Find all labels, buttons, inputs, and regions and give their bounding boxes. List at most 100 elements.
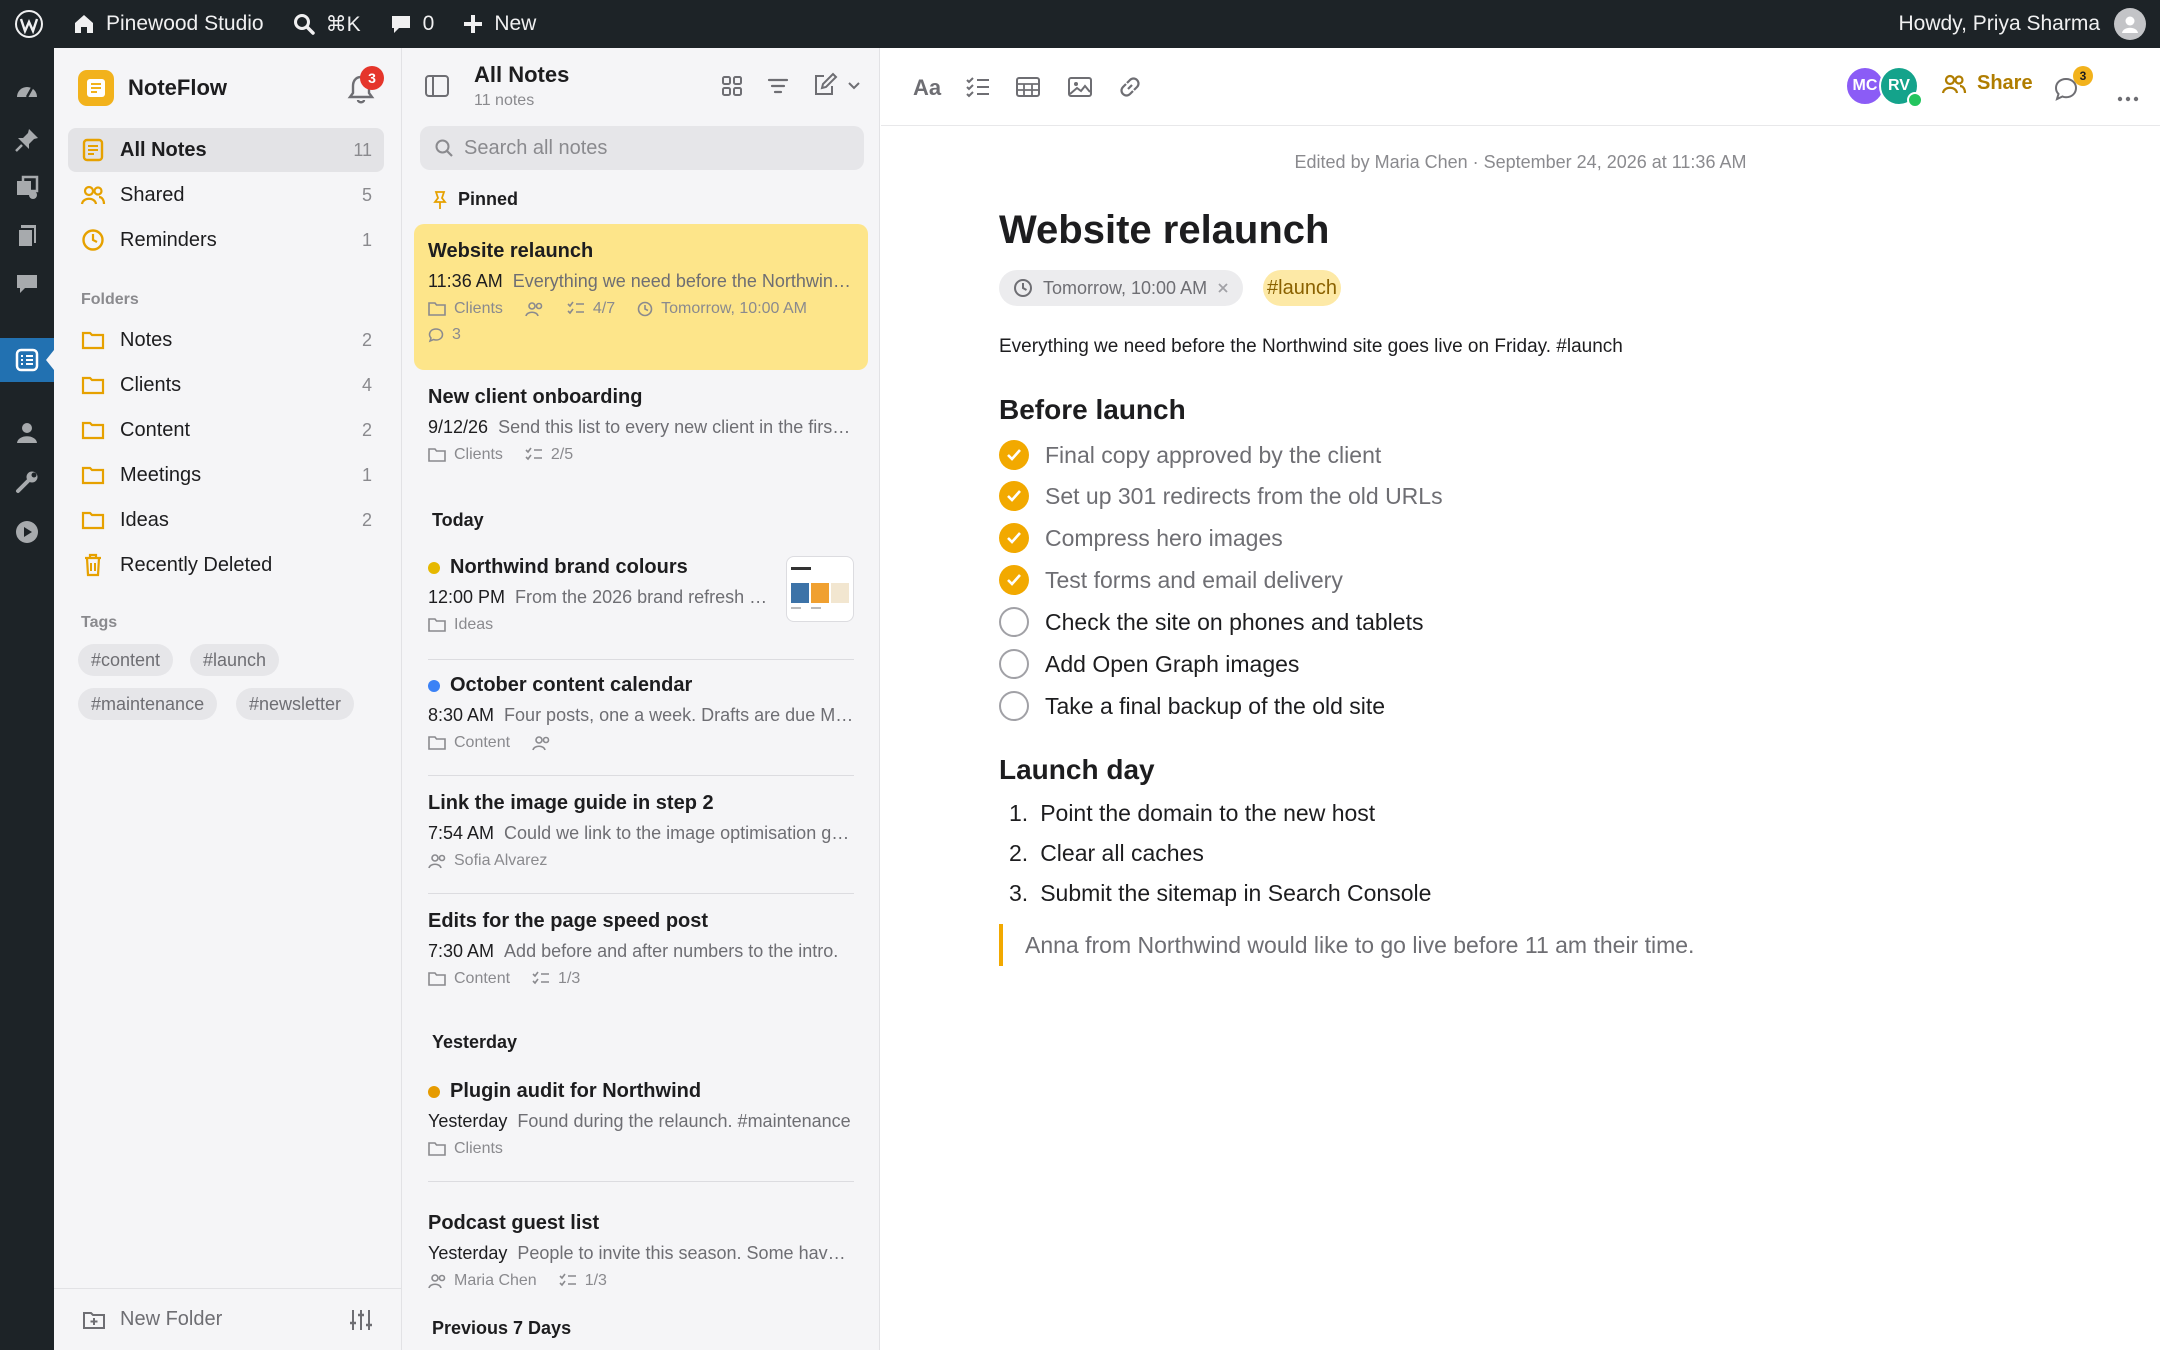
note-time: 11:36 AM bbox=[428, 271, 503, 291]
note-tasks: 1/3 bbox=[584, 1272, 607, 1289]
new-folder-icon[interactable] bbox=[82, 1310, 106, 1330]
my-account[interactable]: Howdy, Priya Sharma bbox=[1898, 8, 2160, 40]
tools-wrench-icon[interactable] bbox=[0, 460, 54, 504]
note-item-northwind-brand-colours[interactable]: Northwind brand colours 12:00 PM From the… bbox=[414, 544, 868, 660]
comments-icon[interactable] bbox=[0, 262, 54, 306]
admin-new-link[interactable]: New bbox=[448, 0, 550, 48]
group-previous-7-days: Previous 7 Days bbox=[432, 1318, 572, 1338]
unchecked-checkbox-icon[interactable] bbox=[999, 607, 1029, 637]
tag-newsletter[interactable]: #newsletter bbox=[236, 688, 355, 720]
tag-launch[interactable]: #launch bbox=[190, 644, 280, 676]
unchecked-checkbox-icon[interactable] bbox=[999, 691, 1029, 721]
media-icon[interactable] bbox=[0, 166, 54, 210]
nav-count: 5 bbox=[361, 184, 372, 205]
heading-before-launch[interactable]: Before launch bbox=[999, 394, 1186, 426]
search-input[interactable]: Search all notes bbox=[420, 126, 864, 170]
filter-icon[interactable] bbox=[766, 74, 790, 98]
document-title[interactable]: Website relaunch bbox=[999, 208, 1329, 253]
checklist-text: Compress hero images bbox=[1045, 524, 1283, 551]
grid-view-icon[interactable] bbox=[720, 74, 744, 98]
tags-heading: Tags bbox=[81, 614, 118, 631]
nav-shared[interactable]: Shared 5 bbox=[68, 173, 384, 217]
share-button[interactable]: Share bbox=[1941, 72, 2033, 95]
note-item-page-speed-edits[interactable]: Edits for the page speed post 7:30 AM Add… bbox=[414, 894, 868, 1012]
heading-launch-day[interactable]: Launch day bbox=[999, 754, 1155, 786]
checked-checkbox-icon[interactable] bbox=[999, 440, 1029, 470]
note-title: Edits for the page speed post bbox=[428, 910, 709, 932]
text-format-icon[interactable]: Aa bbox=[913, 72, 943, 102]
checklist-item[interactable]: Compress hero images bbox=[999, 523, 1283, 553]
plus-icon bbox=[462, 13, 484, 35]
noteflow-sidebar: NoteFlow 3 All Notes 11 Shared 5 Reminde… bbox=[54, 48, 402, 1350]
note-preview: From the 2026 brand refresh guide. bbox=[515, 587, 768, 607]
numbered-list-item[interactable]: 3. Submit the sitemap in Search Console bbox=[1009, 880, 1431, 907]
more-options-icon[interactable] bbox=[2117, 84, 2139, 114]
new-folder-button[interactable]: New Folder bbox=[120, 1308, 222, 1331]
users-icon[interactable] bbox=[0, 410, 54, 454]
checked-checkbox-icon[interactable] bbox=[999, 523, 1029, 553]
noteflow-logo-icon bbox=[78, 70, 114, 106]
hashtag-chip[interactable]: #launch bbox=[1263, 270, 1342, 306]
folder-content[interactable]: Content 2 bbox=[68, 408, 384, 452]
checked-checkbox-icon[interactable] bbox=[999, 481, 1029, 511]
note-icon bbox=[80, 137, 106, 163]
folder-ideas[interactable]: Ideas 2 bbox=[68, 498, 384, 542]
numbered-list-item[interactable]: 1. Point the domain to the new host bbox=[1009, 800, 1375, 827]
compose-icon[interactable] bbox=[812, 72, 838, 98]
folder-label: Clients bbox=[120, 373, 182, 396]
chevron-down-icon[interactable] bbox=[848, 82, 860, 90]
checklist-item[interactable]: Set up 301 redirects from the old URLs bbox=[999, 481, 1443, 511]
folder-label: Meetings bbox=[120, 463, 202, 486]
admin-comments-link[interactable]: 0 bbox=[375, 0, 449, 48]
folder-recently-deleted[interactable]: Recently Deleted bbox=[68, 543, 384, 587]
note-item-october-content-calendar[interactable]: October content calendar 8:30 AM Four pos… bbox=[414, 660, 868, 776]
nav-all-notes[interactable]: All Notes 11 bbox=[68, 128, 384, 172]
reminder-chip[interactable]: Tomorrow, 10:00 AM bbox=[999, 270, 1244, 306]
tag-content[interactable]: #content bbox=[78, 644, 174, 676]
checked-checkbox-icon[interactable] bbox=[999, 565, 1029, 595]
folder-label: Content bbox=[120, 418, 191, 441]
list-number: 1. bbox=[1009, 800, 1029, 826]
site-name-link[interactable]: Pinewood Studio bbox=[58, 0, 278, 48]
link-icon[interactable] bbox=[1117, 72, 1143, 102]
note-preview: Could we link to the image optimisation … bbox=[504, 823, 854, 843]
note-list-title: All Notes bbox=[474, 62, 570, 87]
sliders-icon[interactable] bbox=[348, 1307, 374, 1333]
note-title: Northwind brand colours bbox=[450, 556, 688, 578]
group-today: Today bbox=[432, 510, 484, 530]
group-label: Pinned bbox=[458, 189, 519, 209]
checklist-item[interactable]: Final copy approved by the client bbox=[999, 440, 1381, 470]
note-item-plugin-audit[interactable]: Plugin audit for Northwind Yesterday Foun… bbox=[414, 1068, 868, 1182]
list-number: 3. bbox=[1009, 880, 1029, 906]
tag-maintenance[interactable]: #maintenance bbox=[78, 688, 218, 720]
folder-notes[interactable]: Notes 2 bbox=[68, 318, 384, 362]
pages-icon[interactable] bbox=[0, 214, 54, 258]
note-title: Website relaunch bbox=[428, 240, 594, 262]
checklist-item[interactable]: Add Open Graph images bbox=[999, 649, 1299, 679]
note-item-link-image-guide[interactable]: Link the image guide in step 2 7:54 AM Co… bbox=[414, 776, 868, 894]
unchecked-checkbox-icon[interactable] bbox=[999, 649, 1029, 679]
numbered-list-item[interactable]: 2. Clear all caches bbox=[1009, 840, 1204, 867]
dashboard-icon[interactable] bbox=[0, 70, 54, 114]
checklist-icon[interactable] bbox=[965, 72, 991, 102]
editor-toolbar: Aa MC RV Share 3 bbox=[881, 48, 2160, 126]
wordpress-logo-icon[interactable] bbox=[0, 0, 58, 48]
noteflow-menu-icon[interactable] bbox=[0, 338, 54, 382]
note-item-website-relaunch[interactable]: Website relaunch 11:36 AM Everything we n… bbox=[414, 224, 868, 370]
pin-icon[interactable] bbox=[0, 118, 54, 162]
collapse-play-icon[interactable] bbox=[0, 510, 54, 554]
close-icon[interactable] bbox=[1217, 282, 1229, 294]
admin-search[interactable]: ⌘K bbox=[278, 0, 375, 48]
folder-clients[interactable]: Clients 4 bbox=[68, 363, 384, 407]
note-item-new-client-onboarding[interactable]: New client onboarding 9/12/26 Send this l… bbox=[414, 386, 868, 528]
checklist-item[interactable]: Take a final backup of the old site bbox=[999, 691, 1385, 721]
image-icon[interactable] bbox=[1067, 72, 1093, 102]
block-quote[interactable]: Anna from Northwind would like to go liv… bbox=[999, 924, 1694, 966]
folder-meetings[interactable]: Meetings 1 bbox=[68, 453, 384, 497]
checklist-item[interactable]: Test forms and email delivery bbox=[999, 565, 1343, 595]
sidebar-toggle-icon[interactable] bbox=[424, 74, 450, 98]
table-icon[interactable] bbox=[1015, 72, 1041, 102]
checklist-item[interactable]: Check the site on phones and tablets bbox=[999, 607, 1423, 637]
intro-paragraph[interactable]: Everything we need before the Northwind … bbox=[999, 336, 1623, 358]
nav-reminders[interactable]: Reminders 1 bbox=[68, 218, 384, 262]
